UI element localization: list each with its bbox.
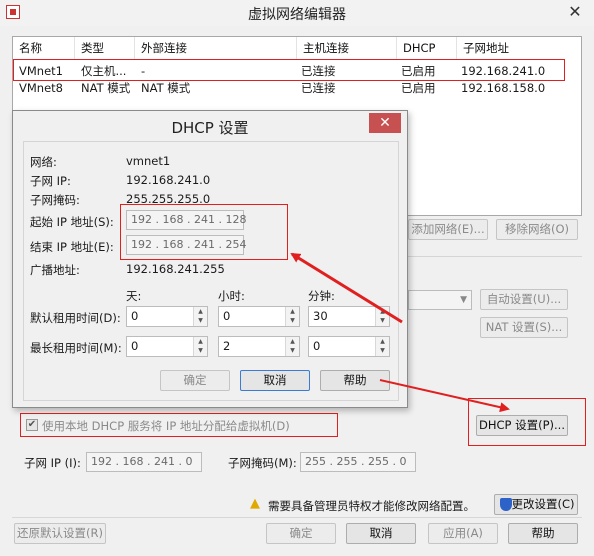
annotation-arrows: [290, 252, 510, 413]
arrow-to-ip-range: [290, 252, 403, 324]
arrow-to-dhcp-button: [379, 379, 510, 413]
